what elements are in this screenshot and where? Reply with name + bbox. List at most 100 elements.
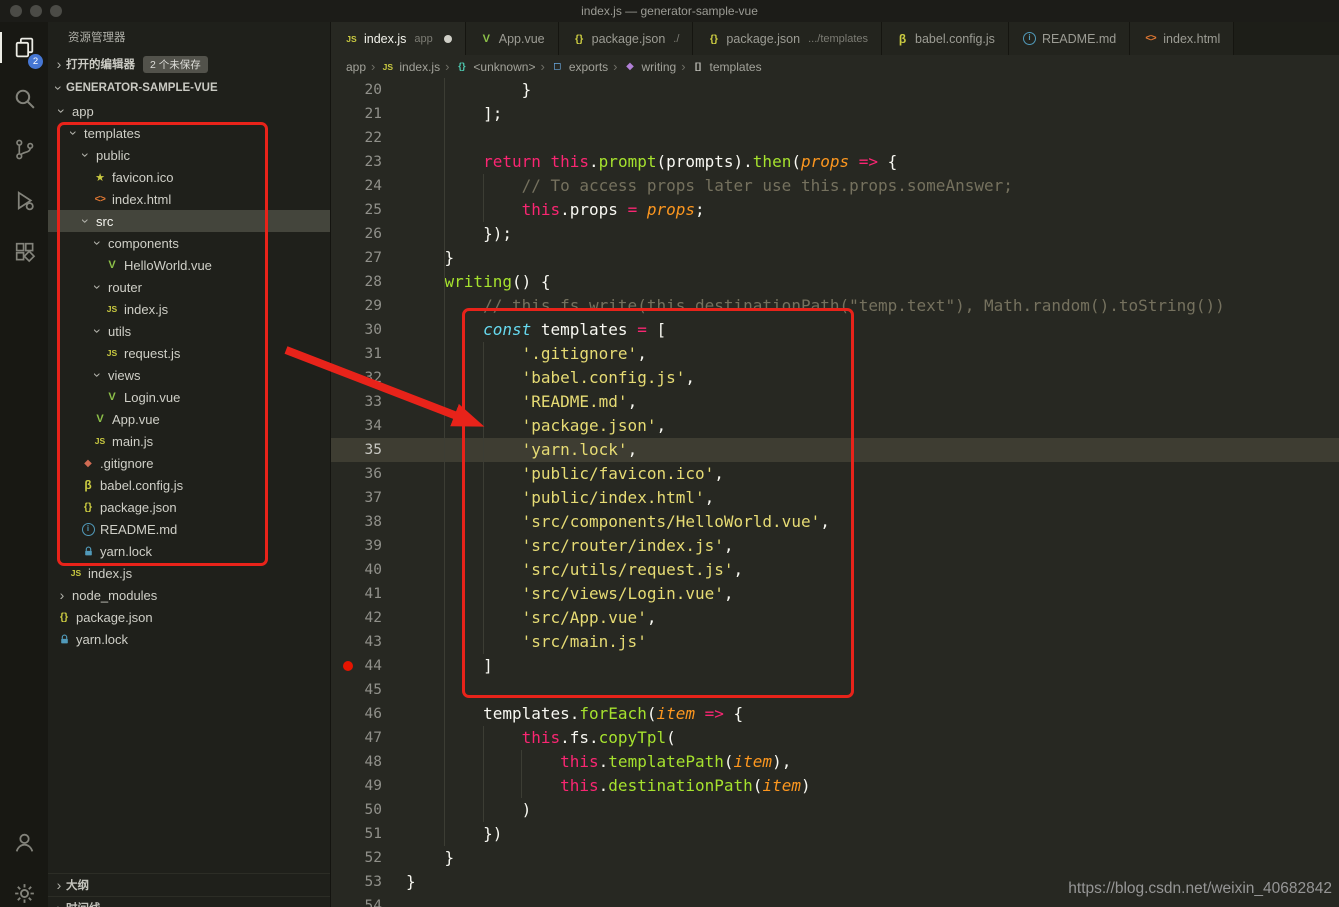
tree-item-Login.vue[interactable]: V Login.vue xyxy=(48,386,330,408)
gutter-line-number[interactable]: 45 xyxy=(331,678,406,702)
extensions-activity-button[interactable] xyxy=(0,226,48,277)
code-line-40[interactable]: 40 'src/utils/request.js', xyxy=(331,558,1339,582)
code-line-27[interactable]: 27 } xyxy=(331,246,1339,270)
tree-item-utils[interactable]: › utils xyxy=(48,320,330,342)
code-line-28[interactable]: 28 writing() { xyxy=(331,270,1339,294)
code-line-29[interactable]: 29 // this.fs.write(this.destinationPath… xyxy=(331,294,1339,318)
gutter-line-number[interactable]: 39 xyxy=(331,534,406,558)
outline-section-header[interactable]: › 大纲 xyxy=(48,873,330,896)
gutter-line-number[interactable]: 21 xyxy=(331,102,406,126)
tree-item-request.js[interactable]: JS request.js xyxy=(48,342,330,364)
gutter-line-number[interactable]: 51 xyxy=(331,822,406,846)
code-line-49[interactable]: 49 this.destinationPath(item) xyxy=(331,774,1339,798)
tree-item-yarn.lock[interactable]: yarn.lock xyxy=(48,628,330,650)
window-close-button[interactable] xyxy=(10,5,22,17)
gutter-line-number[interactable]: 34 xyxy=(331,414,406,438)
code-line-35[interactable]: 35 'yarn.lock', xyxy=(331,438,1339,462)
breadcrumb-item-exports[interactable]: ◻ exports xyxy=(550,60,608,74)
tree-item-README.md[interactable]: i README.md xyxy=(48,518,330,540)
gutter-line-number[interactable]: 23 xyxy=(331,150,406,174)
tree-item-components[interactable]: › components xyxy=(48,232,330,254)
gutter-line-number[interactable]: 41 xyxy=(331,582,406,606)
window-minimize-button[interactable] xyxy=(30,5,42,17)
breadcrumb-item-writing[interactable]: ◆ writing xyxy=(623,60,676,74)
code-line-41[interactable]: 41 'src/views/Login.vue', xyxy=(331,582,1339,606)
tree-item-index.js[interactable]: JS index.js xyxy=(48,562,330,584)
gutter-line-number[interactable]: 52 xyxy=(331,846,406,870)
gutter-line-number[interactable]: 38 xyxy=(331,510,406,534)
code-line-51[interactable]: 51 }) xyxy=(331,822,1339,846)
tree-item-templates[interactable]: › templates xyxy=(48,122,330,144)
tree-item-views[interactable]: › views xyxy=(48,364,330,386)
code-line-48[interactable]: 48 this.templatePath(item), xyxy=(331,750,1339,774)
code-line-37[interactable]: 37 'public/index.html', xyxy=(331,486,1339,510)
tree-item-index.html[interactable]: <> index.html xyxy=(48,188,330,210)
gutter-line-number[interactable]: 29 xyxy=(331,294,406,318)
tab-index.js[interactable]: JS index.js app xyxy=(331,22,466,55)
tree-item-node_modules[interactable]: › node_modules xyxy=(48,584,330,606)
gutter-line-number[interactable]: 44 xyxy=(331,654,406,678)
tree-item-package.json[interactable]: {} package.json xyxy=(48,496,330,518)
gutter-line-number[interactable]: 47 xyxy=(331,726,406,750)
tree-item-yarn.lock[interactable]: yarn.lock xyxy=(48,540,330,562)
tree-item-.gitignore[interactable]: ◆ .gitignore xyxy=(48,452,330,474)
code-line-20[interactable]: 20 } xyxy=(331,78,1339,102)
code-editor[interactable]: 20 } 21 ]; 22 23 return this.prompt(prompts… xyxy=(331,78,1339,907)
tree-item-babel.config.js[interactable]: β babel.config.js xyxy=(48,474,330,496)
run-debug-activity-button[interactable] xyxy=(0,175,48,226)
gutter-line-number[interactable]: 42 xyxy=(331,606,406,630)
tree-item-app[interactable]: › app xyxy=(48,100,330,122)
breadcrumb-item-<unknown>[interactable]: {} <unknown> xyxy=(454,60,535,74)
timeline-section-header[interactable]: › 时间线 xyxy=(48,896,330,907)
code-line-25[interactable]: 25 this.props = props; xyxy=(331,198,1339,222)
gutter-line-number[interactable]: 33 xyxy=(331,390,406,414)
gutter-line-number[interactable]: 46 xyxy=(331,702,406,726)
code-line-30[interactable]: 30 const templates = [ xyxy=(331,318,1339,342)
gutter-line-number[interactable]: 26 xyxy=(331,222,406,246)
gutter-line-number[interactable]: 54 xyxy=(331,894,406,907)
code-line-38[interactable]: 38 'src/components/HelloWorld.vue', xyxy=(331,510,1339,534)
gutter-line-number[interactable]: 27 xyxy=(331,246,406,270)
code-line-26[interactable]: 26 }); xyxy=(331,222,1339,246)
breakpoint-icon[interactable] xyxy=(343,661,353,671)
tree-item-package.json[interactable]: {} package.json xyxy=(48,606,330,628)
tab-package.json[interactable]: {} package.json ./ xyxy=(558,22,694,55)
gutter-line-number[interactable]: 36 xyxy=(331,462,406,486)
code-line-24[interactable]: 24 // To access props later use this.pro… xyxy=(331,174,1339,198)
code-line-31[interactable]: 31 '.gitignore', xyxy=(331,342,1339,366)
code-line-22[interactable]: 22 xyxy=(331,126,1339,150)
code-line-34[interactable]: 34 'package.json', xyxy=(331,414,1339,438)
tree-item-HelloWorld.vue[interactable]: V HelloWorld.vue xyxy=(48,254,330,276)
breadcrumb-item-app[interactable]: app xyxy=(346,60,366,74)
open-editors-section-header[interactable]: › 打开的编辑器 2 个未保存 xyxy=(48,52,330,76)
tree-item-App.vue[interactable]: V App.vue xyxy=(48,408,330,430)
tree-item-favicon.ico[interactable]: ★ favicon.ico xyxy=(48,166,330,188)
code-line-36[interactable]: 36 'public/favicon.ico', xyxy=(331,462,1339,486)
code-line-43[interactable]: 43 'src/main.js' xyxy=(331,630,1339,654)
code-line-45[interactable]: 45 xyxy=(331,678,1339,702)
gutter-line-number[interactable]: 32 xyxy=(331,366,406,390)
tab-App.vue[interactable]: V App.vue xyxy=(465,22,559,55)
gutter-line-number[interactable]: 24 xyxy=(331,174,406,198)
tab-index.html[interactable]: <> index.html xyxy=(1130,22,1235,55)
code-line-52[interactable]: 52 } xyxy=(331,846,1339,870)
code-line-39[interactable]: 39 'src/router/index.js', xyxy=(331,534,1339,558)
tree-item-index.js[interactable]: JS index.js xyxy=(48,298,330,320)
breadcrumb-item-templates[interactable]: [] templates xyxy=(691,60,762,74)
gutter-line-number[interactable]: 30 xyxy=(331,318,406,342)
tree-item-main.js[interactable]: JS main.js xyxy=(48,430,330,452)
breadcrumb-item-index.js[interactable]: JS index.js xyxy=(380,60,440,74)
code-line-42[interactable]: 42 'src/App.vue', xyxy=(331,606,1339,630)
files-activity-button[interactable]: 2 xyxy=(0,22,48,73)
gutter-line-number[interactable]: 20 xyxy=(331,78,406,102)
tree-item-src[interactable]: › src xyxy=(48,210,330,232)
project-section-header[interactable]: › GENERATOR-SAMPLE-VUE xyxy=(48,76,330,100)
code-line-50[interactable]: 50 ) xyxy=(331,798,1339,822)
code-line-47[interactable]: 47 this.fs.copyTpl( xyxy=(331,726,1339,750)
code-line-23[interactable]: 23 return this.prompt(prompts).then(prop… xyxy=(331,150,1339,174)
code-line-32[interactable]: 32 'babel.config.js', xyxy=(331,366,1339,390)
gutter-line-number[interactable]: 49 xyxy=(331,774,406,798)
tab-README.md[interactable]: i README.md xyxy=(1008,22,1131,55)
gutter-line-number[interactable]: 28 xyxy=(331,270,406,294)
gutter-line-number[interactable]: 53 xyxy=(331,870,406,894)
